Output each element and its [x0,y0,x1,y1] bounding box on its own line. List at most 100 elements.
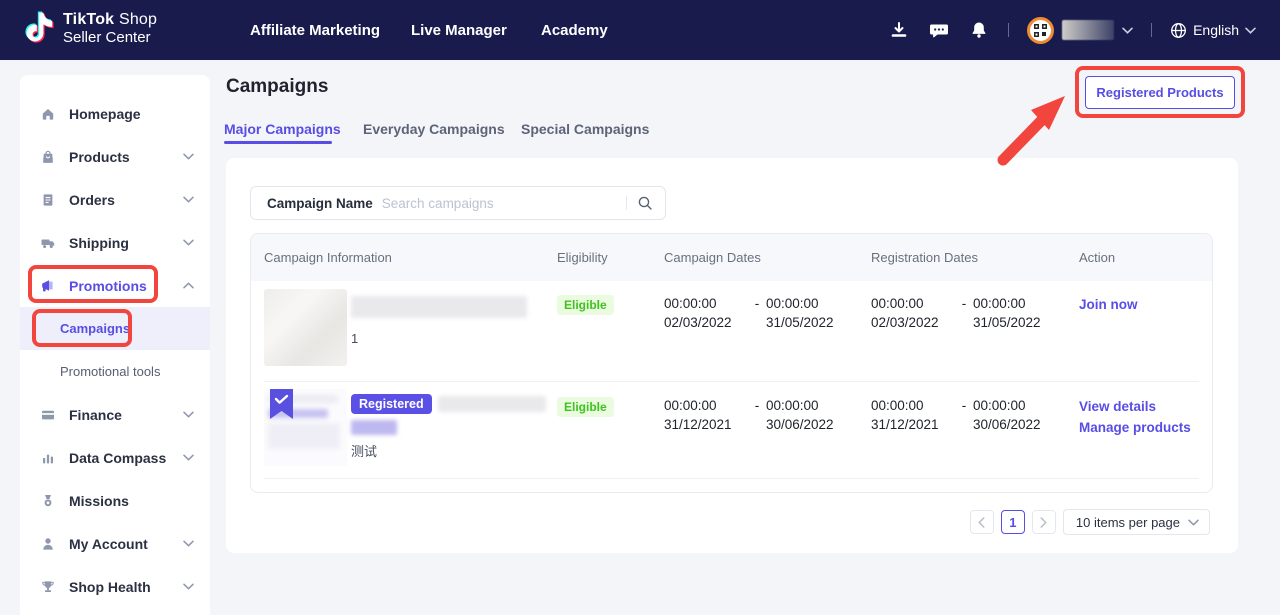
campaigns-card: Campaign Name Campaign Information Eligi… [226,158,1238,553]
megaphone-icon [40,278,56,294]
page-title: Campaigns [226,76,328,98]
chat-icon[interactable] [928,19,950,41]
page-number-button[interactable]: 1 [1001,510,1025,534]
col-registration-dates: Registration Dates [871,250,978,265]
campaign-search[interactable]: Campaign Name [250,186,666,220]
chevron-left-icon [978,517,985,528]
medal-icon [40,493,56,509]
sidebar-item-orders[interactable]: Orders [20,178,210,221]
tab-special-campaigns[interactable]: Special Campaigns [521,121,649,137]
sidebar-item-shipping[interactable]: Shipping [20,221,210,264]
sidebar-subitem-campaigns[interactable]: Campaigns [20,307,210,350]
topbar: TikTok Shop Seller Center Affiliate Mark… [0,0,1280,60]
sidebar-item-my-account[interactable]: My Account [20,522,210,565]
bar-chart-icon [40,450,56,466]
sidebar-subitem-promotional-tools[interactable]: Promotional tools [20,350,210,393]
campaigns-table: Campaign Information Eligibility Campaig… [250,233,1213,493]
search-field-label: Campaign Name [267,196,373,211]
join-now-link[interactable]: Join now [1079,294,1138,315]
avatar[interactable] [1027,17,1054,44]
campaign-name-caption: 1 [351,331,527,346]
sidebar-item-products[interactable]: Products [20,135,210,178]
bell-icon[interactable] [968,19,990,41]
nav-live-manager[interactable]: Live Manager [411,0,507,60]
next-page-button[interactable] [1032,510,1056,534]
topbar-actions: English [888,0,1256,60]
campaign-thumbnail-redacted [264,289,347,366]
chevron-up-icon [183,282,194,289]
pagination: 1 10 items per page [970,509,1210,535]
nav-academy[interactable]: Academy [541,0,608,60]
col-eligibility: Eligibility [557,250,608,265]
active-tab-underline [224,141,332,144]
chevron-down-icon [183,239,194,246]
campaign-dates: 00:00:0031/12/2021 - 00:00:0030/06/2022 [664,396,856,434]
divider [1151,23,1152,37]
bag-icon [40,149,56,165]
chevron-down-icon [183,196,194,203]
campaign-subtitle-redacted [351,420,397,435]
sidebar-item-shop-health[interactable]: Shop Health [20,565,210,608]
manage-products-link[interactable]: Manage products [1079,417,1191,438]
chevron-down-icon [183,153,194,160]
annotation-arrow [995,90,1077,168]
sidebar-item-missions[interactable]: Missions [20,479,210,522]
chevron-down-icon [183,454,194,461]
registration-dates: 00:00:0002/03/2022 - 00:00:0031/05/2022 [871,294,1063,332]
tab-major-campaigns[interactable]: Major Campaigns [224,121,341,137]
app: TikTok Shop Seller Center Affiliate Mark… [0,0,1280,615]
language-selector[interactable]: English [1170,22,1256,39]
table-row: Eligible Registered 测试 00:00:0031/12/202… [251,381,1212,491]
sidebar: Homepage Products Orders Shipping Promot… [20,75,210,615]
items-per-page-select[interactable]: 10 items per page [1063,509,1210,535]
credit-card-icon [40,407,56,423]
registered-badge: Registered [351,394,432,414]
col-campaign-dates: Campaign Dates [664,250,761,265]
brand-shop: Shop [119,11,157,28]
row-divider [264,478,1199,479]
download-icon[interactable] [888,19,910,41]
campaign-thumbnail-redacted [264,389,347,466]
chevron-right-icon [1040,517,1047,528]
table-header: Campaign Information Eligibility Campaig… [251,234,1212,281]
sidebar-item-finance[interactable]: Finance [20,393,210,436]
brand-tiktok: TikTok [63,11,114,28]
sidebar-item-homepage[interactable]: Homepage [20,92,210,135]
trophy-icon [40,579,56,595]
col-action: Action [1079,250,1115,265]
brand-logo[interactable]: TikTok Shop Seller Center [24,9,157,48]
eligibility-badge: Eligible [557,295,614,315]
table-row: Eligible 1 00:00:0002/03/2022 - 00:00:00… [251,281,1212,381]
globe-icon [1170,22,1187,39]
campaign-name-redacted [438,396,546,412]
person-icon [40,536,56,552]
search-input[interactable] [382,196,620,211]
language-label: English [1193,22,1239,38]
document-icon [40,192,56,208]
chevron-down-icon [183,540,194,547]
bookmark-ribbon-icon [270,389,293,420]
view-details-link[interactable]: View details [1079,396,1191,417]
campaign-name-redacted [351,296,527,318]
chevron-down-icon [1122,27,1133,34]
nav-affiliate-marketing[interactable]: Affiliate Marketing [250,0,380,60]
sidebar-item-promotions[interactable]: Promotions [20,264,210,307]
chevron-down-icon [183,411,194,418]
divider [626,196,627,210]
divider [1008,23,1009,37]
campaign-dates: 00:00:0002/03/2022 - 00:00:0031/05/2022 [664,294,856,332]
prev-page-button[interactable] [970,510,994,534]
col-campaign-information: Campaign Information [264,250,392,265]
chevron-down-icon [183,583,194,590]
search-icon[interactable] [637,195,653,211]
chevron-down-icon [1245,27,1256,34]
eligibility-badge: Eligible [557,397,614,417]
tiktok-note-icon [24,9,54,48]
home-icon [40,106,56,122]
sidebar-item-data-compass[interactable]: Data Compass [20,436,210,479]
registered-products-button[interactable]: Registered Products [1085,76,1235,109]
account-name-redacted [1062,20,1114,40]
account-menu[interactable] [1027,17,1133,44]
tab-everyday-campaigns[interactable]: Everyday Campaigns [363,121,505,137]
campaign-name-caption: 测试 [351,441,546,460]
